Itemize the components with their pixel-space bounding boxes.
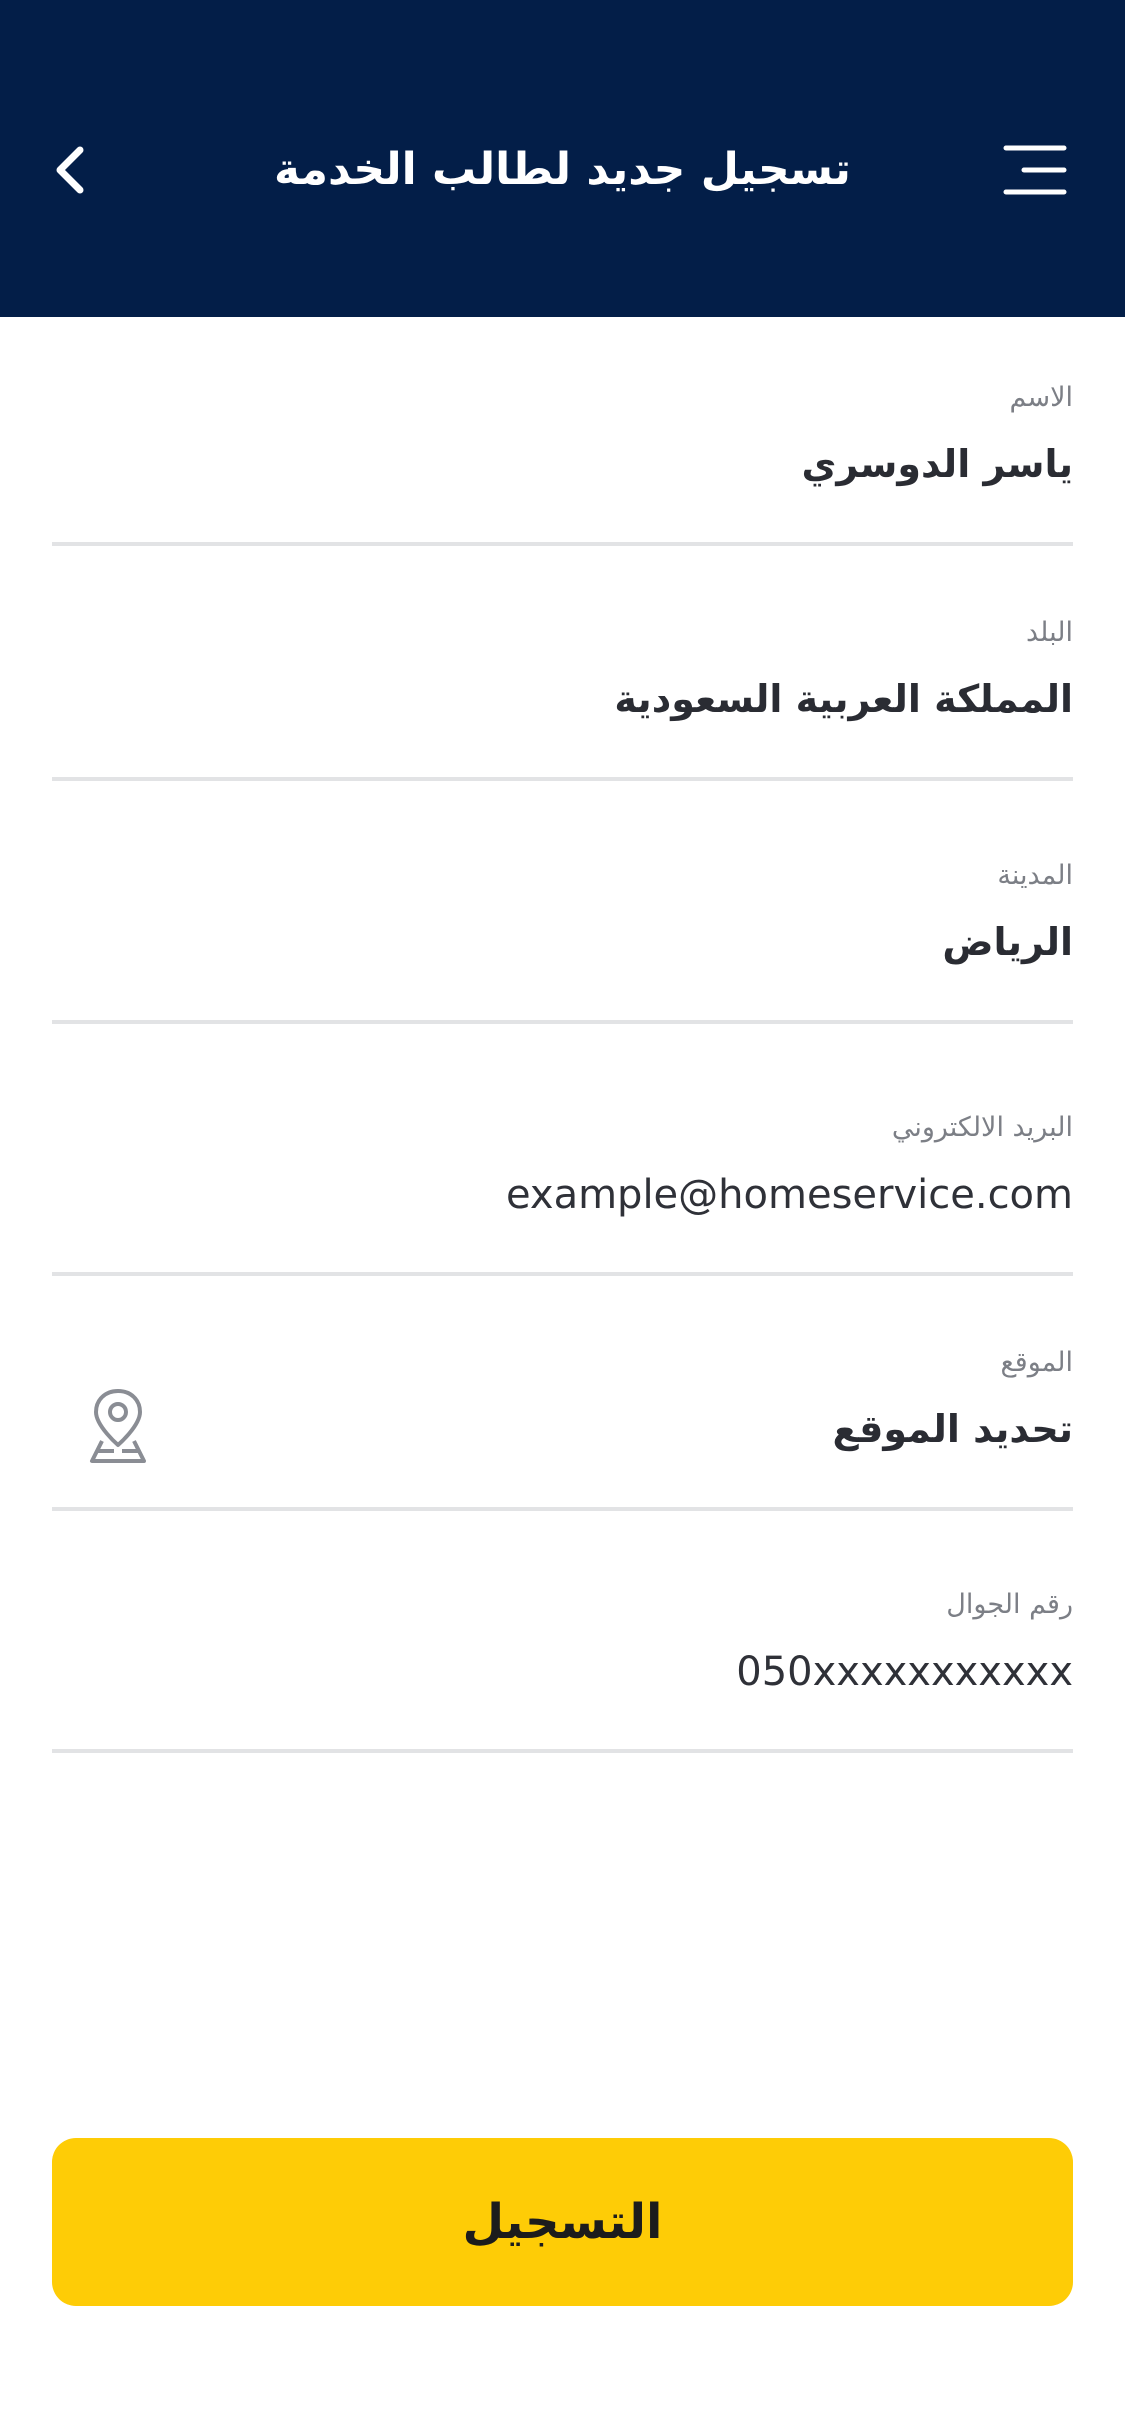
hamburger-menu-icon: [1003, 145, 1067, 195]
phone-input[interactable]: 050xxxxxxxxxxx: [736, 1649, 1073, 1695]
back-button[interactable]: [30, 125, 110, 215]
email-input[interactable]: example@homeservice.com: [506, 1172, 1073, 1218]
name-field[interactable]: الاسم ياسر الدوسري: [52, 370, 1073, 546]
city-select[interactable]: الرياض: [942, 920, 1073, 964]
register-button[interactable]: التسجيل: [52, 2138, 1073, 2306]
location-label: الموقع: [1000, 1347, 1073, 1378]
map-pin-icon[interactable]: [78, 1385, 158, 1465]
city-field[interactable]: المدينة الرياض: [52, 848, 1073, 1024]
page-title: تسجيل جديد لطالب الخدمة: [274, 144, 851, 195]
name-input[interactable]: ياسر الدوسري: [802, 442, 1073, 486]
app-header: تسجيل جديد لطالب الخدمة: [0, 0, 1125, 317]
city-label: المدينة: [997, 860, 1073, 891]
location-field[interactable]: الموقع تحديد الموقع: [52, 1335, 1073, 1511]
menu-button[interactable]: [990, 130, 1080, 210]
email-field[interactable]: البريد الالكتروني example@homeservice.co…: [52, 1100, 1073, 1276]
chevron-left-icon: [56, 146, 84, 194]
country-select[interactable]: المملكة العربية السعودية: [614, 677, 1073, 721]
country-label: البلد: [1026, 617, 1073, 648]
location-select[interactable]: تحديد الموقع: [833, 1407, 1074, 1451]
country-field[interactable]: البلد المملكة العربية السعودية: [52, 605, 1073, 781]
phone-field[interactable]: رقم الجوال 050xxxxxxxxxxx: [52, 1577, 1073, 1753]
name-label: الاسم: [1009, 382, 1074, 413]
phone-label: رقم الجوال: [946, 1589, 1073, 1620]
email-label: البريد الالكتروني: [891, 1112, 1073, 1143]
